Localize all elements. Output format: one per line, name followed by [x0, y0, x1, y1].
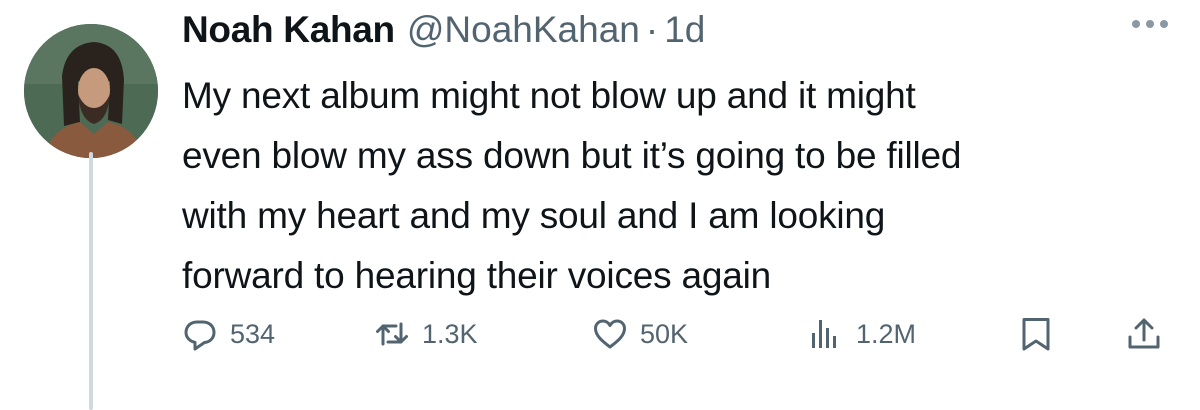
like-button[interactable]: 50K: [592, 312, 688, 356]
retweet-icon: [376, 322, 408, 346]
reply-button[interactable]: 534: [182, 312, 275, 356]
avatar[interactable]: [24, 24, 158, 158]
tweet-header: Noah Kahan @NoahKahan · 1d: [182, 6, 705, 54]
author-name[interactable]: Noah Kahan: [182, 6, 395, 54]
reply-icon: [184, 320, 216, 351]
thread-line: [89, 152, 93, 410]
reply-count: 534: [230, 318, 276, 349]
timestamp[interactable]: 1d: [664, 6, 705, 54]
action-bar: 534 1.3K 50K 1.2M: [182, 312, 1172, 356]
views-count: 1.2M: [856, 318, 917, 349]
bookmark-icon: [1022, 318, 1050, 351]
tweet-text: My next album might not blow up and it m…: [182, 66, 1172, 306]
bookmark-button[interactable]: [1018, 312, 1054, 356]
tweet-text-line: even blow my ass down but it’s going to …: [182, 135, 962, 176]
heart-icon: [594, 319, 626, 349]
share-icon: [1128, 318, 1160, 349]
views-button[interactable]: 1.2M: [808, 312, 916, 356]
separator-dot: ·: [645, 9, 659, 50]
share-button[interactable]: [1126, 312, 1162, 356]
retweet-button[interactable]: 1.3K: [374, 312, 478, 356]
retweet-count: 1.3K: [422, 318, 478, 349]
author-handle[interactable]: @NoahKahan: [407, 6, 640, 54]
tweet-text-line: with my heart and my soul and I am looki…: [182, 195, 886, 236]
avatar-image: [24, 24, 158, 158]
more-icon[interactable]: [1132, 16, 1168, 32]
tweet-text-line: forward to hearing their voices again: [182, 255, 772, 296]
like-count: 50K: [640, 318, 689, 349]
tweet-text-line: My next album might not blow up and it m…: [182, 75, 916, 116]
tweet: Noah Kahan @NoahKahan · 1d My next album…: [0, 0, 1200, 410]
views-icon: [812, 320, 836, 348]
